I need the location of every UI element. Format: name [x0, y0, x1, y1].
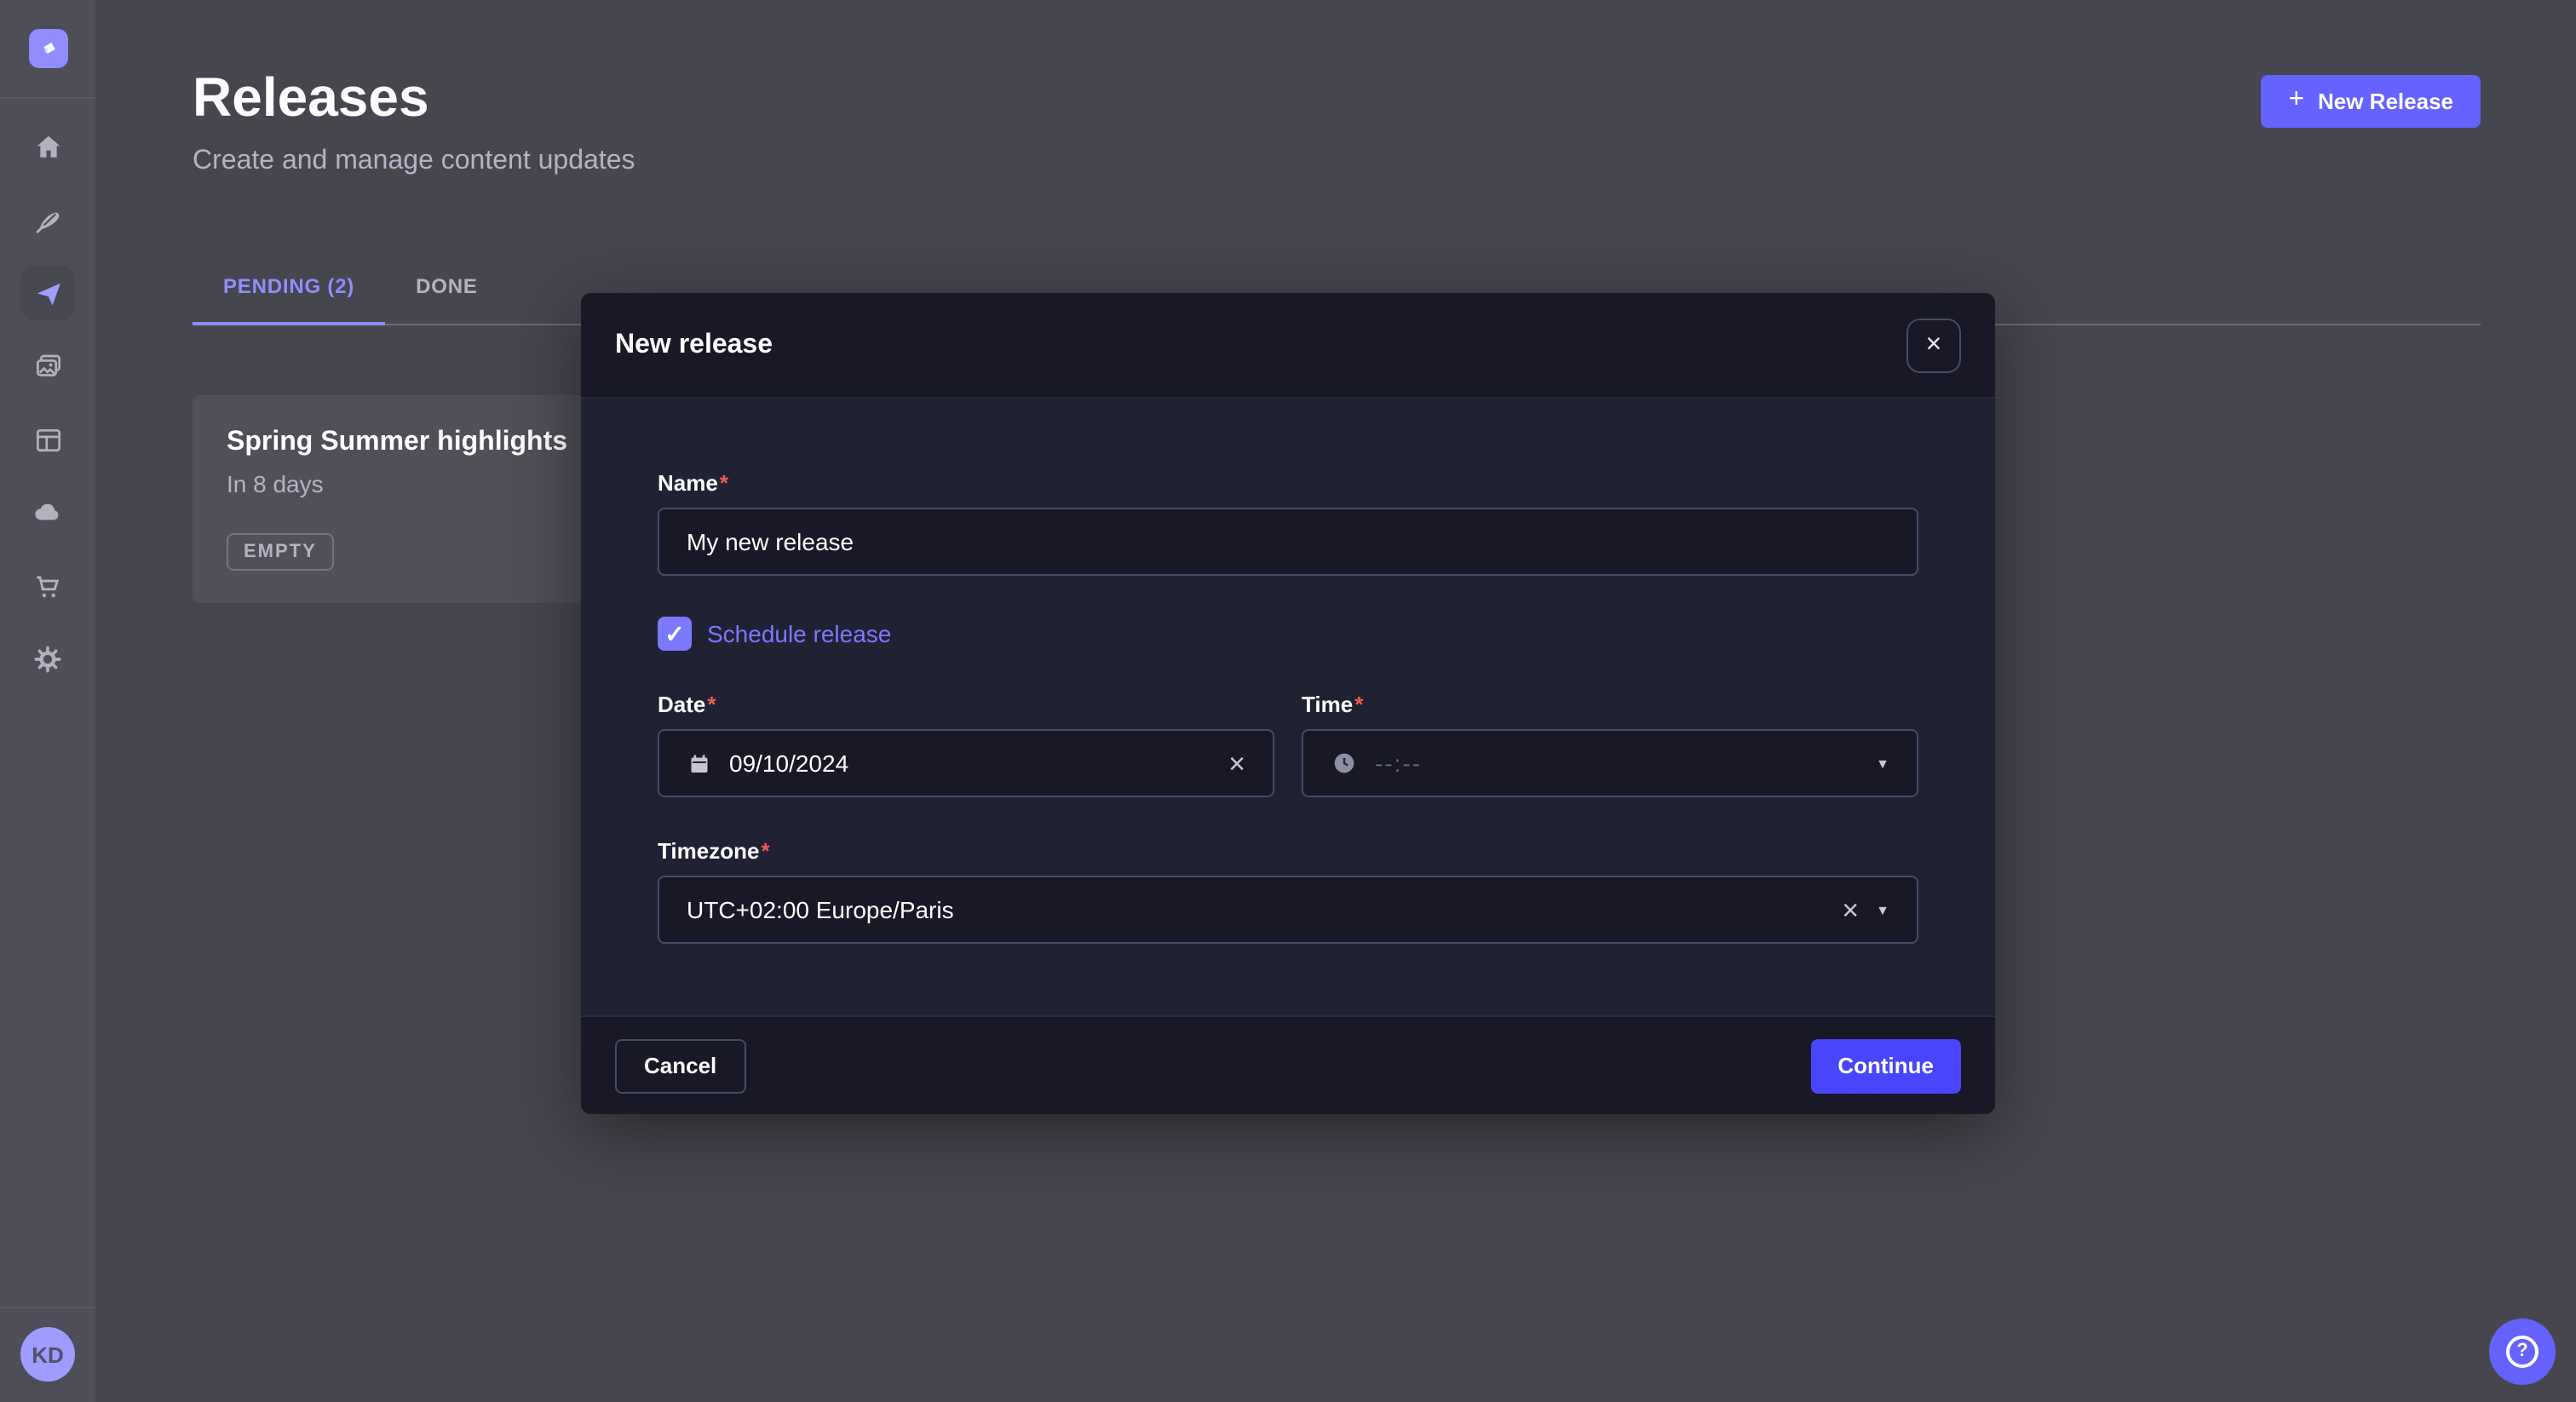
- modal-footer: Cancel Continue: [581, 1015, 1995, 1114]
- close-button[interactable]: ×: [1906, 318, 1961, 372]
- timezone-label: Timezone*: [658, 838, 1918, 864]
- required-asterisk: *: [707, 692, 716, 717]
- clock-icon: [1331, 750, 1358, 777]
- time-label-text: Time: [1302, 692, 1353, 717]
- clear-date-icon[interactable]: ×: [1228, 749, 1245, 778]
- continue-button[interactable]: Continue: [1810, 1038, 1961, 1093]
- modal-header: New release ×: [581, 293, 1995, 399]
- timezone-label-text: Timezone: [658, 838, 759, 864]
- name-label: Name*: [658, 470, 1918, 496]
- time-field-group: Time* --:-- ▼: [1302, 692, 1918, 797]
- new-release-modal: New release × Name* My new release ✓ Sch…: [581, 293, 1995, 1114]
- chevron-down-icon[interactable]: ▼: [1876, 902, 1889, 917]
- date-field-group: Date* 09/10/2024 ×: [658, 692, 1274, 797]
- date-input[interactable]: 09/10/2024 ×: [658, 729, 1274, 797]
- date-label-text: Date: [658, 692, 705, 717]
- calendar-icon: [687, 750, 712, 776]
- time-input[interactable]: --:-- ▼: [1302, 729, 1918, 797]
- timezone-select[interactable]: UTC+02:00 Europe/Paris × ▼: [658, 876, 1918, 944]
- cancel-button[interactable]: Cancel: [615, 1038, 745, 1093]
- required-asterisk: *: [761, 838, 769, 864]
- name-label-text: Name: [658, 470, 718, 496]
- clear-timezone-icon[interactable]: ×: [1842, 895, 1859, 924]
- timezone-field-group: Timezone* UTC+02:00 Europe/Paris × ▼: [658, 838, 1918, 944]
- date-time-row: Date* 09/10/2024 ×: [658, 692, 1918, 797]
- schedule-release-row: ✓ Schedule release: [658, 617, 1918, 651]
- modal-title: New release: [615, 330, 773, 360]
- name-input[interactable]: My new release: [658, 508, 1918, 576]
- schedule-checkbox[interactable]: ✓: [658, 617, 692, 651]
- date-input-value: 09/10/2024: [729, 750, 848, 777]
- modal-body: Name* My new release ✓ Schedule release …: [581, 399, 1995, 944]
- required-asterisk: *: [1354, 692, 1363, 717]
- name-field-group: Name* My new release: [658, 470, 1918, 576]
- name-input-value: My new release: [687, 528, 854, 555]
- required-asterisk: *: [720, 470, 728, 496]
- chevron-down-icon[interactable]: ▼: [1876, 756, 1889, 771]
- time-input-placeholder: --:--: [1375, 750, 1422, 777]
- schedule-checkbox-label[interactable]: Schedule release: [707, 620, 891, 647]
- timezone-select-value: UTC+02:00 Europe/Paris: [687, 896, 954, 923]
- date-label: Date*: [658, 692, 1274, 717]
- time-label: Time*: [1302, 692, 1918, 717]
- close-icon: ×: [1926, 331, 1942, 359]
